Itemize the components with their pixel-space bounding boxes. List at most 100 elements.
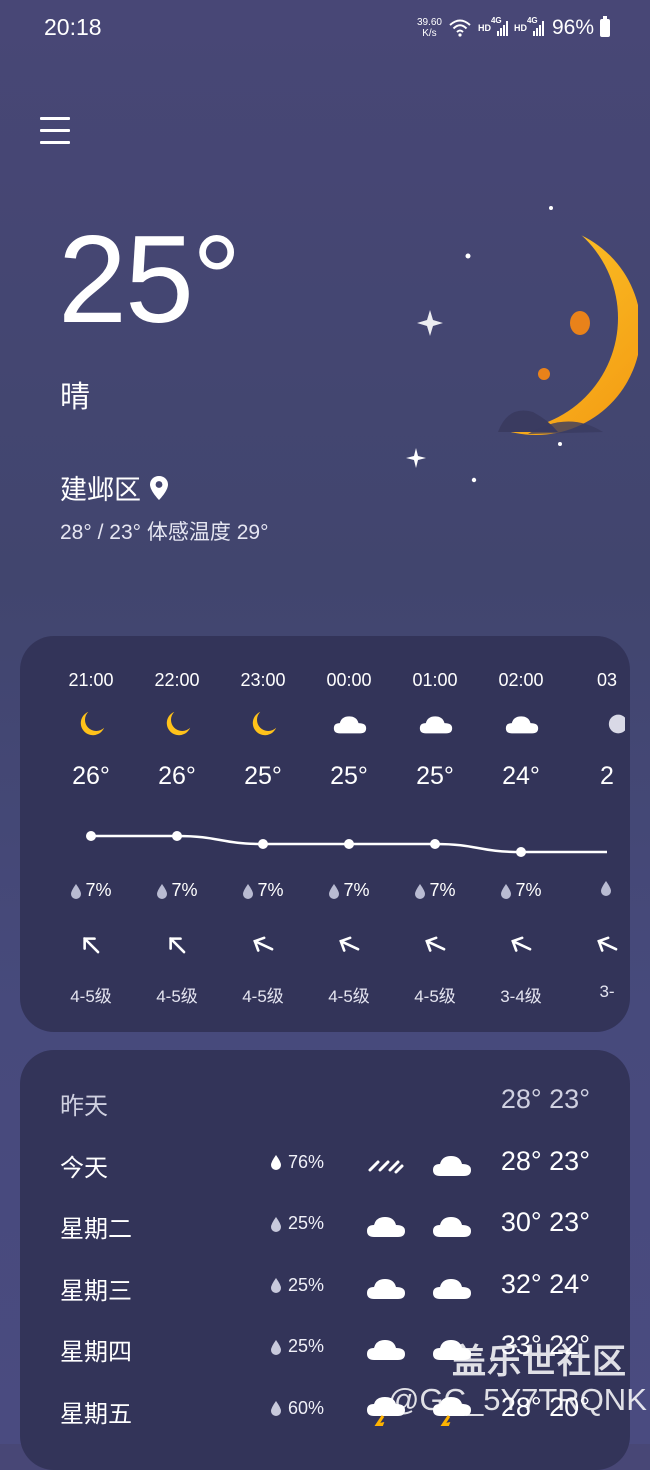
- hourly-wind-icon-wrap: [594, 932, 620, 958]
- location-row[interactable]: 建邺区: [60, 468, 169, 507]
- hourly-time: 01:00: [412, 670, 458, 690]
- temperature-curve-point: [430, 839, 440, 849]
- daily-rain-value: 76%: [288, 1151, 325, 1172]
- daily-day-icon-wrap: [366, 1150, 406, 1178]
- daily-night-icon-wrap: [432, 1150, 472, 1178]
- hourly-wind: 3-: [599, 982, 615, 1001]
- raindrop-icon: [271, 1339, 281, 1355]
- raindrop-icon: [271, 1278, 281, 1293]
- daily-rain-value: 25%: [288, 1274, 325, 1295]
- hourly-temp: 25°: [244, 762, 282, 790]
- network-type-label: 4G: [526, 16, 538, 25]
- hourly-wind-icon-wrap: [164, 932, 190, 958]
- daily-rain: 76%: [270, 1152, 324, 1173]
- daily-day: 昨天: [60, 1093, 108, 1120]
- status-bar: 20:18 39.60 K/s HD 4G HD 4G 96%: [0, 0, 650, 56]
- hourly-icon-wrap: [591, 710, 628, 740]
- daily-rain-value: 25%: [288, 1336, 325, 1356]
- hourly-rain-value: 7%: [257, 880, 284, 900]
- cloud-icon: [433, 1155, 471, 1176]
- hourly-rain-value: 7%: [429, 880, 456, 900]
- daily-day: 今天: [60, 1154, 108, 1182]
- hourly-temp: 2: [600, 762, 614, 790]
- hourly-icon-wrap: [333, 710, 367, 740]
- hourly-time: 21:00: [68, 670, 114, 690]
- hourly-forecast-card[interactable]: 21:00 26° 7% 4-5级 22:00 26° 7% 4-5级 23:00 25° 7% 4-…: [20, 636, 630, 1032]
- hourly-rain: 7%: [220, 880, 306, 901]
- temp-range-row: 28° / 23° 体感温度 29°: [60, 516, 268, 546]
- daily-temps: 30° 23°: [500, 1207, 590, 1237]
- crescent-moon-icon: [406, 206, 638, 483]
- network-speed-value: 39.60: [416, 17, 442, 28]
- network-speed: 39.60 K/s: [417, 17, 442, 39]
- hourly-wind-icon-wrap: [336, 932, 362, 958]
- network-type-label: 4G: [490, 16, 502, 25]
- crescent-moon-icon: [80, 711, 105, 736]
- daily-rain: 25%: [270, 1213, 324, 1234]
- battery-icon: [600, 16, 610, 37]
- daily-day-icon-wrap: [366, 1273, 406, 1301]
- cloud-icon: [367, 1217, 405, 1237]
- hourly-temp: 26°: [72, 762, 110, 790]
- daily-rain-value: 60%: [288, 1397, 325, 1418]
- signal-icon: 4G: [527, 16, 544, 36]
- cloud-icon: [433, 1278, 471, 1299]
- battery-percentage: 96%: [551, 16, 594, 39]
- daily-rain: 25%: [270, 1275, 324, 1296]
- daily-row[interactable]: 星期三 25% 32° 24°: [20, 1261, 630, 1311]
- wind-direction-icon: [169, 937, 186, 954]
- daily-rain-value: 25%: [288, 1213, 325, 1233]
- hourly-rain-value: 7%: [171, 880, 198, 900]
- menu-button[interactable]: [40, 117, 74, 147]
- hourly-wind-icon-wrap: [508, 932, 534, 958]
- hd-badge: HD: [477, 23, 491, 33]
- status-icons: 39.60 K/s HD 4G HD 4G 96%: [417, 14, 610, 42]
- status-time: 20:18: [44, 14, 102, 40]
- wind-direction-icon: [253, 936, 274, 952]
- wind-direction-icon: [339, 936, 360, 952]
- daily-row[interactable]: 今天 76% 28° 23°: [20, 1138, 630, 1188]
- hourly-temp: 26°: [158, 762, 196, 790]
- wind-direction-icon: [425, 936, 446, 952]
- hourly-time: 00:00: [326, 670, 372, 690]
- raindrop-icon: [329, 883, 340, 899]
- hourly-wind: 4-5级: [328, 987, 370, 1006]
- menu-icon-bar: [40, 141, 70, 144]
- daily-rain: 60%: [270, 1398, 324, 1419]
- hourly-icon-wrap: [505, 710, 539, 740]
- daily-row[interactable]: 星期二 25% 30° 23°: [20, 1199, 630, 1249]
- cloud-icon: [367, 1340, 405, 1360]
- hourly-icon-wrap: [247, 710, 281, 740]
- hourly-rain: 7%: [478, 880, 564, 901]
- raindrop-icon: [600, 881, 611, 896]
- hd-badge: HD: [513, 23, 527, 33]
- daily-temps: 28° 23°: [500, 1084, 590, 1114]
- crescent-moon-icon: [166, 711, 191, 736]
- hourly-time: 23:00: [240, 670, 286, 690]
- daily-day: 星期四: [60, 1339, 132, 1366]
- hourly-wind-icon-wrap: [250, 932, 276, 958]
- raindrop-icon: [271, 1155, 281, 1170]
- daily-row[interactable]: 昨天 28° 23°: [20, 1076, 630, 1126]
- raindrop-icon: [157, 883, 168, 899]
- hourly-icon-wrap: [419, 710, 453, 740]
- daily-day: 星期五: [60, 1400, 132, 1428]
- partial-icon: [608, 714, 628, 734]
- menu-icon-bar: [40, 129, 70, 132]
- hourly-rain: [564, 880, 630, 896]
- watermark-title: 盖乐世社区: [452, 1343, 627, 1381]
- location-name: 建邺区: [60, 475, 141, 505]
- cloud-icon: [419, 716, 453, 734]
- hourly-time: 02:00: [498, 670, 544, 690]
- hourly-rain: 7%: [306, 880, 392, 901]
- signal-icon: 4G: [491, 16, 508, 36]
- hourly-icon-wrap: [75, 710, 109, 740]
- wifi-icon: [449, 19, 471, 37]
- cloud-icon: [333, 716, 367, 734]
- raindrop-icon: [71, 883, 82, 899]
- daily-temps: 32° 24°: [500, 1268, 590, 1299]
- raindrop-icon: [271, 1216, 281, 1232]
- temperature-curve-point: [516, 847, 526, 857]
- rain-streak-icon: [368, 1160, 404, 1173]
- hourly-rain: 7%: [392, 880, 478, 901]
